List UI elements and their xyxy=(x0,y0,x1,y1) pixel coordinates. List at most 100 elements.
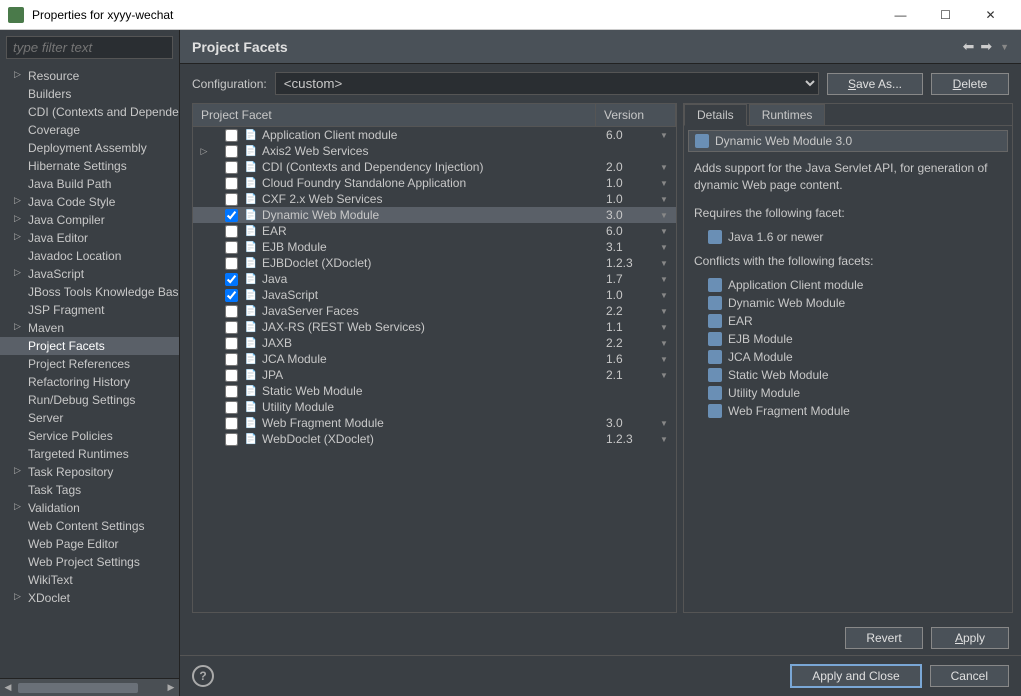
version-dropdown-icon[interactable]: ▼ xyxy=(656,419,672,428)
sidebar-item[interactable]: CDI (Contexts and Dependency Injection) xyxy=(0,103,179,121)
expander-icon[interactable]: ▷ xyxy=(197,146,211,157)
save-as-button[interactable]: Save As... xyxy=(827,73,923,95)
sidebar-item[interactable]: Hibernate Settings xyxy=(0,157,179,175)
scroll-thumb[interactable] xyxy=(18,683,138,693)
tab-details[interactable]: Details xyxy=(684,104,747,126)
facet-row[interactable]: 📄CXF 2.x Web Services1.0▼ xyxy=(193,191,676,207)
facet-checkbox[interactable] xyxy=(225,433,238,446)
sidebar-item[interactable]: XDoclet xyxy=(0,589,179,607)
delete-button[interactable]: Delete xyxy=(931,73,1009,95)
facet-checkbox[interactable] xyxy=(225,209,238,222)
facet-checkbox[interactable] xyxy=(225,337,238,350)
facet-checkbox[interactable] xyxy=(225,177,238,190)
facet-row[interactable]: 📄JAXB2.2▼ xyxy=(193,335,676,351)
facet-row[interactable]: 📄CDI (Contexts and Dependency Injection)… xyxy=(193,159,676,175)
facet-row[interactable]: 📄Web Fragment Module3.0▼ xyxy=(193,415,676,431)
facet-row[interactable]: 📄JavaScript1.0▼ xyxy=(193,287,676,303)
facet-row[interactable]: 📄EJBDoclet (XDoclet)1.2.3▼ xyxy=(193,255,676,271)
facet-row[interactable]: 📄JavaServer Faces2.2▼ xyxy=(193,303,676,319)
sidebar-item[interactable]: Resource xyxy=(0,67,179,85)
sidebar-item[interactable]: WikiText xyxy=(0,571,179,589)
facet-checkbox[interactable] xyxy=(225,273,238,286)
cancel-button[interactable]: Cancel xyxy=(930,665,1009,687)
facet-row[interactable]: 📄EAR6.0▼ xyxy=(193,223,676,239)
sidebar-item[interactable]: Deployment Assembly xyxy=(0,139,179,157)
sidebar-item[interactable]: Task Repository xyxy=(0,463,179,481)
facet-checkbox[interactable] xyxy=(225,353,238,366)
sidebar-item[interactable]: Maven xyxy=(0,319,179,337)
sidebar-item[interactable]: Coverage xyxy=(0,121,179,139)
facet-checkbox[interactable] xyxy=(225,417,238,430)
facet-row[interactable]: 📄JAX-RS (REST Web Services)1.1▼ xyxy=(193,319,676,335)
facet-checkbox[interactable] xyxy=(225,241,238,254)
version-dropdown-icon[interactable]: ▼ xyxy=(656,259,672,268)
facet-checkbox[interactable] xyxy=(225,129,238,142)
facet-checkbox[interactable] xyxy=(225,225,238,238)
scroll-right-icon[interactable]: ▶ xyxy=(163,682,179,693)
version-dropdown-icon[interactable]: ▼ xyxy=(656,371,672,380)
sidebar-item[interactable]: Web Project Settings xyxy=(0,553,179,571)
tab-runtimes[interactable]: Runtimes xyxy=(749,104,826,126)
facet-row[interactable]: 📄JCA Module1.6▼ xyxy=(193,351,676,367)
facet-checkbox[interactable] xyxy=(225,161,238,174)
sidebar-item[interactable]: Project Facets xyxy=(0,337,179,355)
category-tree[interactable]: ResourceBuildersCDI (Contexts and Depend… xyxy=(0,65,179,678)
sidebar-item[interactable]: Builders xyxy=(0,85,179,103)
version-dropdown-icon[interactable]: ▼ xyxy=(656,275,672,284)
version-dropdown-icon[interactable]: ▼ xyxy=(656,179,672,188)
facet-row[interactable]: 📄JPA2.1▼ xyxy=(193,367,676,383)
version-dropdown-icon[interactable]: ▼ xyxy=(656,435,672,444)
apply-and-close-button[interactable]: Apply and Close xyxy=(790,664,921,688)
facet-checkbox[interactable] xyxy=(225,305,238,318)
sidebar-item[interactable]: Server xyxy=(0,409,179,427)
version-dropdown-icon[interactable]: ▼ xyxy=(656,211,672,220)
nav-forward-icon[interactable]: ➡ xyxy=(980,38,992,55)
version-dropdown-icon[interactable]: ▼ xyxy=(656,163,672,172)
facet-row[interactable]: 📄Static Web Module xyxy=(193,383,676,399)
version-dropdown-icon[interactable]: ▼ xyxy=(656,307,672,316)
facet-checkbox[interactable] xyxy=(225,193,238,206)
facet-row[interactable]: 📄Utility Module xyxy=(193,399,676,415)
sidebar-item[interactable]: Web Page Editor xyxy=(0,535,179,553)
version-dropdown-icon[interactable]: ▼ xyxy=(656,323,672,332)
col-facet[interactable]: Project Facet xyxy=(193,104,596,126)
sidebar-item[interactable]: JavaScript xyxy=(0,265,179,283)
col-version[interactable]: Version xyxy=(596,104,676,126)
facet-row[interactable]: 📄Application Client module6.0▼ xyxy=(193,127,676,143)
sidebar-scrollbar[interactable]: ◀ ▶ xyxy=(0,678,179,696)
sidebar-item[interactable]: Java Build Path xyxy=(0,175,179,193)
version-dropdown-icon[interactable]: ▼ xyxy=(656,339,672,348)
facet-checkbox[interactable] xyxy=(225,321,238,334)
sidebar-item[interactable]: Run/Debug Settings xyxy=(0,391,179,409)
nav-menu-icon[interactable]: ▼ xyxy=(1000,42,1009,52)
nav-back-icon[interactable]: ⬅ xyxy=(963,38,975,55)
apply-button[interactable]: Apply xyxy=(931,627,1009,649)
sidebar-item[interactable]: JBoss Tools Knowledge Base xyxy=(0,283,179,301)
facet-checkbox[interactable] xyxy=(225,401,238,414)
facet-row[interactable]: 📄EJB Module3.1▼ xyxy=(193,239,676,255)
close-button[interactable]: ✕ xyxy=(968,0,1013,30)
facet-checkbox[interactable] xyxy=(225,257,238,270)
facet-checkbox[interactable] xyxy=(225,369,238,382)
version-dropdown-icon[interactable]: ▼ xyxy=(656,227,672,236)
sidebar-item[interactable]: Service Policies xyxy=(0,427,179,445)
sidebar-item[interactable]: JSP Fragment xyxy=(0,301,179,319)
version-dropdown-icon[interactable]: ▼ xyxy=(656,291,672,300)
version-dropdown-icon[interactable]: ▼ xyxy=(656,355,672,364)
facet-row[interactable]: 📄Cloud Foundry Standalone Application1.0… xyxy=(193,175,676,191)
facet-row[interactable]: 📄Dynamic Web Module3.0▼ xyxy=(193,207,676,223)
help-icon[interactable]: ? xyxy=(192,665,214,687)
sidebar-item[interactable]: Project References xyxy=(0,355,179,373)
version-dropdown-icon[interactable]: ▼ xyxy=(656,195,672,204)
sidebar-item[interactable]: Task Tags xyxy=(0,481,179,499)
facet-row[interactable]: 📄WebDoclet (XDoclet)1.2.3▼ xyxy=(193,431,676,447)
sidebar-item[interactable]: Java Compiler xyxy=(0,211,179,229)
sidebar-item[interactable]: Refactoring History xyxy=(0,373,179,391)
version-dropdown-icon[interactable]: ▼ xyxy=(656,243,672,252)
facet-list[interactable]: 📄Application Client module6.0▼▷📄Axis2 We… xyxy=(193,127,676,612)
minimize-button[interactable]: — xyxy=(878,0,923,30)
maximize-button[interactable]: ☐ xyxy=(923,0,968,30)
scroll-left-icon[interactable]: ◀ xyxy=(0,682,16,693)
configuration-select[interactable]: <custom> xyxy=(275,72,819,95)
revert-button[interactable]: Revert xyxy=(845,627,923,649)
